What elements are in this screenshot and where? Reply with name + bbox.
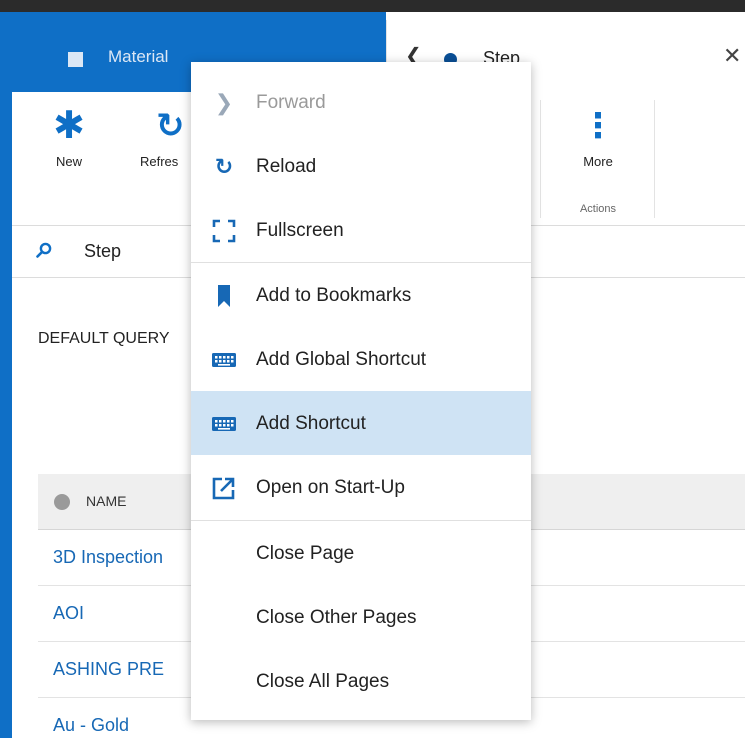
ribbon-divider [654, 100, 655, 218]
fullscreen-icon [212, 219, 236, 243]
more-vertical-icon: ⋮ [581, 107, 615, 145]
context-menu: ❯ Forward ↻ Reload Fullscreen Add to Boo… [191, 62, 531, 720]
menu-item-label: Reload [256, 156, 317, 177]
ribbon-divider [540, 100, 541, 218]
search-icon [36, 242, 52, 258]
ribbon-group-label: Actions [579, 203, 617, 215]
query-title: DEFAULT QUERY [38, 330, 170, 347]
search-label: Step [84, 241, 122, 261]
window-top-strip [0, 0, 745, 12]
menu-item-label: Close Other Pages [256, 607, 417, 628]
menu-item-label: Open on Start-Up [256, 477, 405, 498]
new-button-label: New [55, 154, 82, 169]
menu-item-close-other-pages[interactable]: Close Other Pages [191, 585, 531, 649]
menu-item-label: Close Page [256, 543, 355, 564]
new-button[interactable]: ✱ New [48, 106, 90, 169]
row-name-link[interactable]: Au - Gold [53, 715, 129, 736]
menu-item-label: Fullscreen [256, 220, 344, 241]
open-external-icon [212, 477, 235, 500]
tab-material-label: Material [108, 47, 169, 66]
menu-item-open-on-startup[interactable]: Open on Start-Up [191, 455, 531, 519]
close-icon[interactable]: ✕ [723, 45, 741, 67]
select-all-icon[interactable] [54, 494, 70, 510]
menu-item-label: Add Global Shortcut [256, 349, 427, 370]
keyboard-icon [212, 417, 236, 431]
asterisk-icon: ✱ [53, 105, 85, 147]
menu-item-add-bookmarks[interactable]: Add to Bookmarks [191, 263, 531, 327]
page-square-icon [68, 52, 83, 67]
menu-item-label: Forward [256, 92, 326, 113]
keyboard-icon [212, 353, 236, 367]
chevron-right-icon: ❯ [214, 90, 234, 115]
menu-item-forward[interactable]: ❯ Forward [191, 70, 531, 134]
column-header-name[interactable]: NAME [86, 493, 126, 509]
menu-item-add-shortcut[interactable]: Add Shortcut [191, 391, 531, 455]
left-accent-bar [0, 12, 12, 738]
menu-item-reload[interactable]: ↻ Reload [191, 134, 531, 198]
menu-item-close-page[interactable]: Close Page [191, 521, 531, 585]
bookmark-icon [218, 285, 230, 307]
menu-item-add-global-shortcut[interactable]: Add Global Shortcut [191, 327, 531, 391]
row-name-link[interactable]: ASHING PRE [53, 659, 164, 680]
refresh-icon: ↻ [214, 154, 234, 179]
row-name-link[interactable]: AOI [53, 603, 84, 624]
menu-item-fullscreen[interactable]: Fullscreen [191, 198, 531, 262]
menu-item-close-all-pages[interactable]: Close All Pages [191, 649, 531, 713]
menu-item-label: Close All Pages [256, 671, 390, 692]
menu-item-label: Add Shortcut [256, 413, 366, 434]
more-button-label: More [583, 154, 613, 169]
row-name-link[interactable]: 3D Inspection [53, 547, 163, 568]
more-button[interactable]: ⋮ More [570, 106, 626, 169]
menu-item-label: Add to Bookmarks [256, 285, 412, 306]
